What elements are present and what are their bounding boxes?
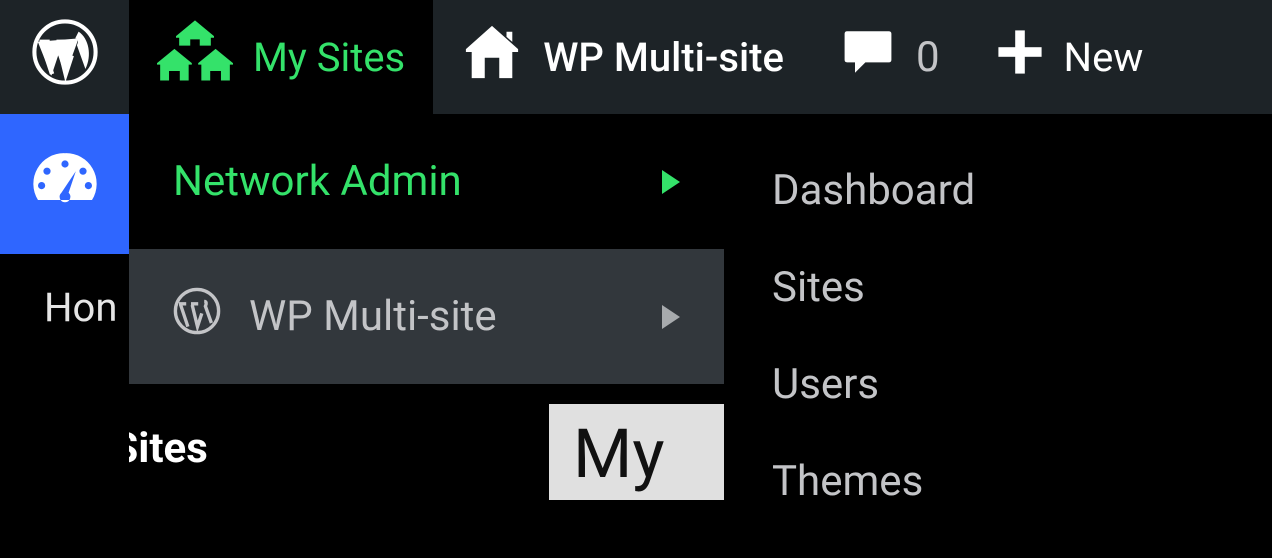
content-panel-heading: My: [549, 404, 729, 500]
new-content-menu[interactable]: New: [968, 0, 1172, 114]
submenu-item-sites[interactable]: Sites: [724, 239, 1272, 336]
site-name-label: WP Multi-site: [543, 34, 784, 81]
network-admin-submenu: Dashboard Sites Users Themes: [724, 114, 1272, 558]
comments-count: 0: [916, 33, 940, 82]
home-icon: [461, 23, 523, 91]
my-sites-dropdown: Network Admin WP Multi-site: [129, 114, 724, 384]
site-name-menu[interactable]: WP Multi-site: [433, 0, 812, 114]
submenu-item-users[interactable]: Users: [724, 336, 1272, 433]
comments-menu[interactable]: 0: [812, 0, 968, 114]
admin-sidebar: Hon: [0, 114, 129, 500]
my-sites-label: My Sites: [253, 34, 405, 81]
network-admin-label: Network Admin: [173, 157, 462, 206]
wp-logo-button[interactable]: [0, 0, 129, 114]
plus-icon: [996, 28, 1044, 86]
dashboard-icon: [29, 146, 101, 222]
network-admin-item[interactable]: Network Admin: [129, 114, 724, 249]
wordpress-icon: [31, 18, 99, 96]
houses-icon: [157, 19, 233, 95]
new-label: New: [1064, 34, 1144, 81]
site-item-label: WP Multi-site: [249, 292, 497, 341]
site-item[interactable]: WP Multi-site: [129, 249, 724, 384]
admin-bar: My Sites WP Multi-site 0 New: [0, 0, 1272, 114]
submenu-item-dashboard[interactable]: Dashboard: [724, 142, 1272, 239]
wordpress-icon: [173, 287, 221, 346]
sidebar-item-dashboard[interactable]: [0, 114, 129, 254]
submenu-item-themes[interactable]: Themes: [724, 433, 1272, 530]
my-sites-menu[interactable]: My Sites: [129, 0, 433, 114]
sidebar-item-home[interactable]: Hon: [0, 254, 129, 331]
comment-icon: [840, 26, 896, 88]
chevron-right-icon: [662, 170, 680, 194]
chevron-right-icon: [662, 305, 680, 329]
